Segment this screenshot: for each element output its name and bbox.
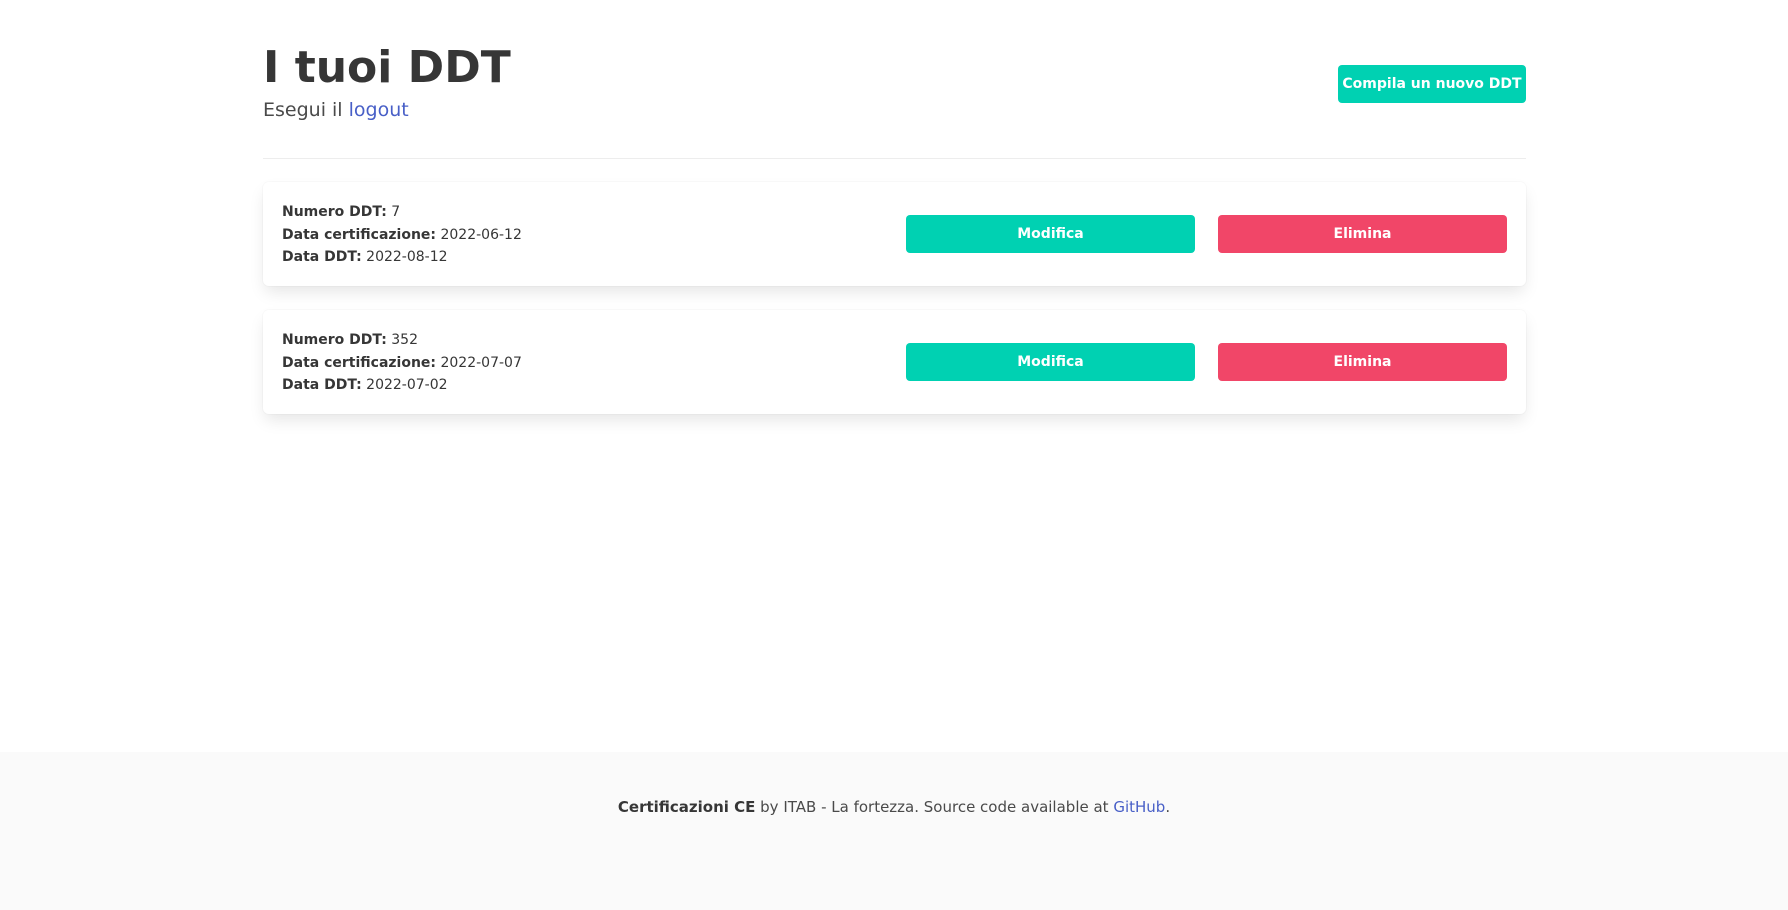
data-certificazione-row: Data certificazione: 2022-07-07 — [282, 352, 522, 375]
edit-button[interactable]: Modifica — [906, 343, 1195, 381]
edit-button[interactable]: Modifica — [906, 215, 1195, 253]
delete-button[interactable]: Elimina — [1218, 215, 1507, 253]
data-ddt-label: Data DDT: — [282, 249, 362, 265]
data-ddt-value: 2022-08-12 — [366, 249, 448, 265]
footer-end: . — [1165, 798, 1171, 816]
numero-value: 352 — [391, 332, 418, 348]
data-certificazione-value: 2022-07-07 — [440, 354, 522, 371]
footer-middle: by ITAB - La fortezza. Source code avail… — [755, 798, 1114, 816]
ddt-info: Numero DDT: 7 Data certificazione: 2022-… — [282, 201, 522, 269]
page-header: I tuoi DDT Esegui il logout Compila un n… — [263, 0, 1526, 159]
delete-button[interactable]: Elimina — [1218, 343, 1507, 381]
page-title: I tuoi DDT — [263, 42, 511, 93]
numero-row: Numero DDT: 7 — [282, 201, 522, 224]
data-certificazione-label: Data certificazione: — [282, 226, 437, 243]
main-container: I tuoi DDT Esegui il logout Compila un n… — [263, 0, 1526, 414]
footer-text: Certificazioni CE by ITAB - La fortezza.… — [0, 797, 1788, 817]
ddt-card: Numero DDT: 352 Data certificazione: 202… — [263, 310, 1526, 414]
footer-brand: Certificazioni CE — [617, 798, 756, 816]
subtitle-prefix: Esegui il — [263, 99, 349, 121]
data-certificazione-row: Data certificazione: 2022-06-12 — [282, 224, 522, 247]
data-certificazione-label: Data certificazione: — [282, 354, 437, 371]
numero-value: 7 — [391, 204, 401, 220]
data-certificazione-value: 2022-06-12 — [440, 226, 522, 243]
ddt-card: Numero DDT: 7 Data certificazione: 2022-… — [263, 182, 1526, 286]
data-ddt-value: 2022-07-02 — [366, 377, 448, 393]
data-ddt-row: Data DDT: 2022-07-02 — [282, 374, 522, 397]
data-ddt-label: Data DDT: — [282, 377, 362, 393]
data-ddt-row: Data DDT: 2022-08-12 — [282, 246, 522, 269]
github-link[interactable]: GitHub — [1113, 798, 1165, 816]
numero-label: Numero DDT: — [282, 332, 387, 348]
ddt-info: Numero DDT: 352 Data certificazione: 202… — [282, 329, 522, 397]
logout-link[interactable]: logout — [349, 99, 409, 121]
numero-row: Numero DDT: 352 — [282, 329, 522, 352]
footer: Certificazioni CE by ITAB - La fortezza.… — [0, 752, 1788, 910]
numero-label: Numero DDT: — [282, 204, 387, 220]
new-ddt-button[interactable]: Compila un nuovo DDT — [1338, 65, 1526, 103]
logout-subtitle: Esegui il logout — [263, 97, 409, 123]
